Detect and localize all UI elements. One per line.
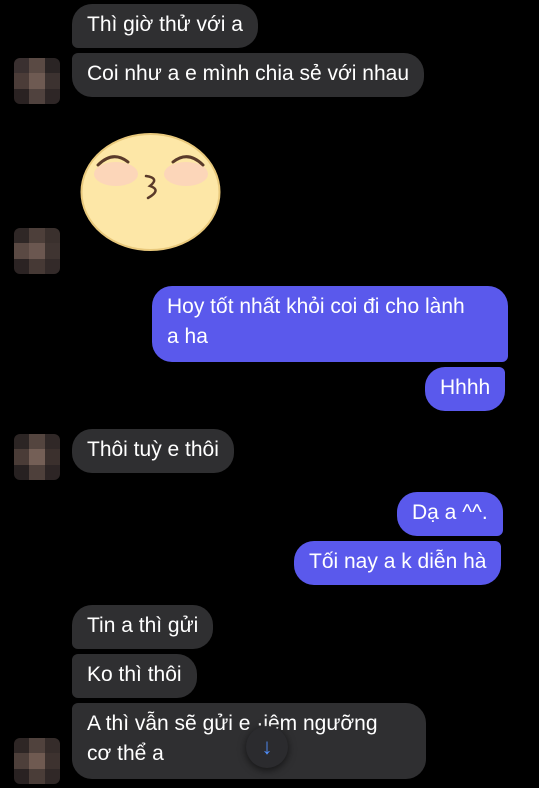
incoming-message[interactable]: Thì giờ thử với a <box>72 4 258 48</box>
message-text: Hhhh <box>440 376 491 399</box>
message-text: Dạ a ^^. <box>412 501 488 524</box>
message-text: Ko thì thôi <box>87 663 182 686</box>
outgoing-message[interactable]: Dạ a ^^. <box>397 492 503 536</box>
message-text: Coi như a e mình chia sẻ với nhau <box>87 62 410 85</box>
message-text-line: a ha <box>167 325 208 348</box>
outgoing-message[interactable]: Hoy tốt nhất khỏi coi đi cho lành a ha <box>152 286 508 362</box>
message-text-line: Hoy tốt nhất khỏi coi đi cho lành <box>167 295 465 318</box>
scroll-to-bottom-button[interactable]: ↓ <box>246 726 288 768</box>
avatar[interactable] <box>14 228 60 274</box>
avatar[interactable] <box>14 738 60 784</box>
kiss-face-sticker[interactable] <box>80 132 221 252</box>
chat-thread[interactable]: Thì giờ thử với a Coi như a e mình chia … <box>0 0 539 788</box>
outgoing-message[interactable]: Tối nay a k diễn hà <box>294 541 502 585</box>
avatar[interactable] <box>14 434 60 480</box>
incoming-message[interactable]: Ko thì thôi <box>72 654 197 698</box>
avatar[interactable] <box>14 58 60 104</box>
outgoing-message[interactable]: Hhhh <box>425 367 506 411</box>
message-text: Tối nay a k diễn hà <box>309 550 487 573</box>
incoming-message[interactable]: Tin a thì gửi <box>72 605 214 649</box>
message-text: Thôi tuỳ e thôi <box>87 438 219 461</box>
message-text: Tin a thì gửi <box>87 614 199 637</box>
message-text: Thì giờ thử với a <box>87 13 243 36</box>
incoming-message[interactable]: Coi như a e mình chia sẻ với nhau <box>72 53 425 97</box>
incoming-message[interactable]: Thôi tuỳ e thôi <box>72 429 234 473</box>
arrow-down-icon: ↓ <box>261 734 273 759</box>
